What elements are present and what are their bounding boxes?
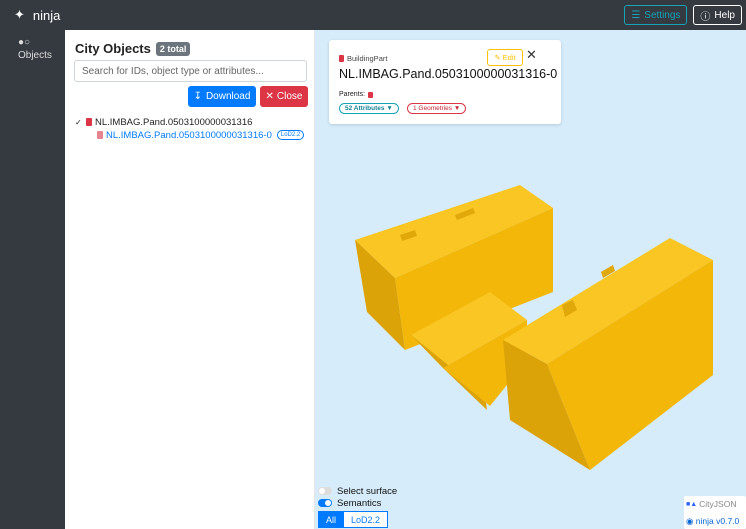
geometries-dropdown[interactable]: 1 Geometries ▼ xyxy=(407,103,467,114)
cityjson-link[interactable]: ■▲ CityJSON xyxy=(686,499,736,509)
top-navbar: ✦ ninja ☰ Settings ⓘ Help xyxy=(0,0,746,30)
object-id: NL.IMBAG.Pand.0503100000031316-0 xyxy=(339,67,558,81)
parent-building-icon[interactable] xyxy=(368,91,374,98)
github-icon: ◉ xyxy=(686,516,694,526)
close-button[interactable]: ✕ Close xyxy=(260,86,308,107)
left-rail: ●○ Objects xyxy=(0,30,65,529)
chevron-down-icon: ▼ xyxy=(386,105,393,112)
cityjson-logo-icon: ■▲ xyxy=(686,500,698,508)
close-icon[interactable]: ✕ xyxy=(526,48,537,61)
viewer-toggles: Select surface Semantics xyxy=(318,485,397,509)
settings-button[interactable]: ☰ Settings xyxy=(624,5,688,25)
sliders-icon: ☰ xyxy=(631,9,641,21)
version-link[interactable]: ◉ ninja v0.7.0 xyxy=(686,516,739,527)
tree-node-child[interactable]: NL.IMBAG.Pand.0503100000031316-0 LoD2.2 xyxy=(75,129,313,141)
semantics-label: Semantics xyxy=(337,497,382,509)
edit-button[interactable]: ✎ Edit xyxy=(487,49,523,66)
objects-icon: ●○ xyxy=(18,37,31,48)
tree-node-parent[interactable]: ✓ NL.IMBAG.Pand.0503100000031316 xyxy=(75,116,313,128)
panel-title: City Objects xyxy=(75,41,151,56)
semantics-toggle[interactable]: Semantics xyxy=(318,497,397,509)
select-surface-toggle[interactable]: Select surface xyxy=(318,485,397,497)
chevron-down-icon: ▼ xyxy=(453,105,461,112)
help-button[interactable]: ⓘ Help xyxy=(693,5,742,25)
tree-node-child-label: NL.IMBAG.Pand.0503100000031316-0 xyxy=(106,129,272,141)
close-icon: ✕ xyxy=(265,91,274,102)
ninja-logo-icon: ✦ xyxy=(14,7,25,22)
objects-panel: City Objects 2 total ↧ Download ✕ Close … xyxy=(65,30,315,529)
attributes-dropdown[interactable]: 52 Attributes ▼ xyxy=(339,103,399,114)
semantics-switch[interactable] xyxy=(318,499,332,507)
object-type: BuildingPart xyxy=(339,54,387,63)
question-circle-icon: ⓘ xyxy=(700,11,711,23)
search-input[interactable] xyxy=(74,60,307,82)
parents-label: Parents: xyxy=(339,91,366,98)
tree-node-parent-label: NL.IMBAG.Pand.0503100000031316 xyxy=(95,116,253,128)
parents-row: Parents: xyxy=(339,91,374,98)
settings-label: Settings xyxy=(644,9,681,21)
object-type-label: BuildingPart xyxy=(347,54,388,63)
cityjson-label: CityJSON xyxy=(699,499,737,509)
lod-badge: LoD2.2 xyxy=(276,130,305,140)
edit-label: Edit xyxy=(502,53,516,62)
building-part-icon xyxy=(97,131,103,139)
brand[interactable]: ✦ ninja xyxy=(0,7,60,23)
version-label: ninja v0.7.0 xyxy=(695,516,740,526)
close-label: Close xyxy=(276,91,303,102)
geometries-label: 1 Geometries xyxy=(413,105,453,112)
download-icon: ↧ xyxy=(193,91,202,102)
select-surface-label: Select surface xyxy=(337,485,398,497)
pencil-icon: ✎ xyxy=(494,53,501,62)
object-info-card: BuildingPart ✎ Edit ✕ NL.IMBAG.Pand.0503… xyxy=(329,40,561,124)
3d-viewer[interactable]: BuildingPart ✎ Edit ✕ NL.IMBAG.Pand.0503… xyxy=(315,30,746,529)
rail-item-objects-label: Objects xyxy=(18,50,52,61)
footer-badge: ■▲ CityJSON ◉ ninja v0.7.0 xyxy=(684,496,746,529)
chevron-down-icon[interactable]: ✓ xyxy=(75,118,83,127)
lod-tab-all[interactable]: All xyxy=(318,511,345,528)
building-part-icon xyxy=(339,55,344,62)
total-badge: 2 total xyxy=(155,41,191,56)
building-icon xyxy=(86,118,92,126)
help-label: Help xyxy=(714,9,735,21)
download-button[interactable]: ↧ Download xyxy=(188,86,256,107)
download-label: Download xyxy=(205,91,251,102)
attributes-label: 52 Attributes xyxy=(345,105,385,112)
select-surface-switch[interactable] xyxy=(318,487,332,495)
lod-tab-lod22[interactable]: LoD2.2 xyxy=(344,511,389,528)
app-name: ninja xyxy=(32,7,61,23)
object-tree: ✓ NL.IMBAG.Pand.0503100000031316 NL.IMBA… xyxy=(75,116,313,141)
rail-item-objects[interactable]: ●○ Objects xyxy=(0,30,65,62)
lod-tabs: All LoD2.2 xyxy=(318,511,389,528)
